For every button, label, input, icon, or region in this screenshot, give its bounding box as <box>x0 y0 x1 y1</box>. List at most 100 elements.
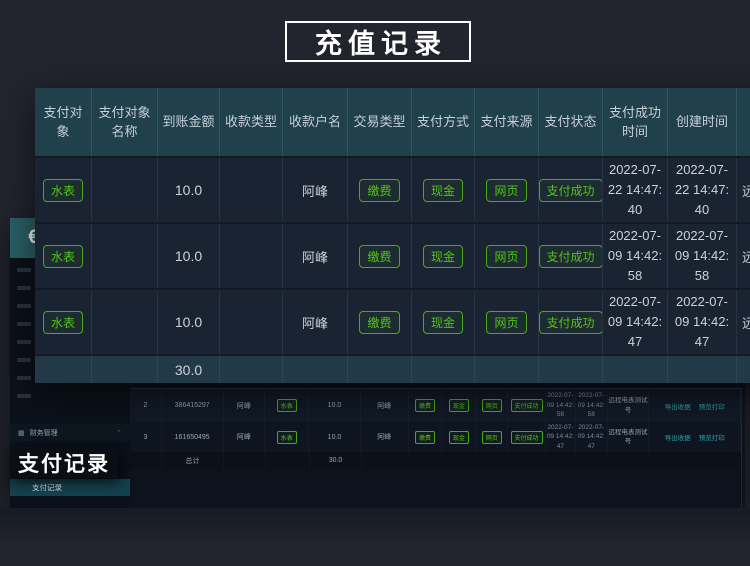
create-time: 2022-07- 09 14:42: 58 <box>668 224 737 288</box>
magnified-menu-label: 支付记录 <box>10 447 118 478</box>
folder-grid-icon: ▦ <box>18 429 25 437</box>
export-receipt-link[interactable]: 导出收据 <box>665 401 691 411</box>
export-receipt-link[interactable]: 导出收据 <box>665 432 691 442</box>
create-time: 2022-07- 22 14:47: 40 <box>668 158 737 222</box>
sidebar-section-label: 财务管理 <box>30 428 58 438</box>
sidebar-item-payment-records[interactable]: 支付记录 <box>10 479 130 496</box>
pay-method-tag: 现金 <box>423 179 463 202</box>
pay-object-tag: 水表 <box>277 399 297 412</box>
header-pay-method: 支付方式 <box>412 88 475 156</box>
chevron-up-icon: ⌃ <box>116 429 122 437</box>
success-time: 2022-07- 09 14:42: 58 <box>603 224 668 288</box>
print-preview-link[interactable]: 预览打印 <box>699 401 725 411</box>
table-total-row: 总计 30.0 <box>130 452 741 469</box>
payer-name: 阿峰 <box>224 422 266 452</box>
pay-status-tag: 支付成功 <box>539 179 603 202</box>
table-header-row: 支付对象 支付对象名称 到账金额 收款类型 收款户名 交易类型 支付方式 支付来… <box>35 88 750 156</box>
header-pay-status: 支付状态 <box>539 88 603 156</box>
remark: 远程电表测试号 <box>737 290 750 354</box>
page-title: 充值记录 <box>309 22 447 61</box>
payee-name: 阿峰 <box>361 389 409 422</box>
header-success-time: 支付成功时间 <box>603 88 668 156</box>
pay-object-tag: 水表 <box>43 179 83 202</box>
table-row: 水表 10.0 阿峰 缴费 现金 网页 支付成功 2022-07- 09 14:… <box>35 288 750 354</box>
payee-name: 阿峰 <box>283 290 348 354</box>
header-pay-source: 支付来源 <box>475 88 539 156</box>
table-row: 2 386415297 阿峰 水表 10.0 阿峰 缴费 现金 网页 支付成功 … <box>130 389 741 422</box>
amount: 10.0 <box>158 158 220 222</box>
receive-type <box>220 158 283 222</box>
table-row: 水表 10.0 阿峰 缴费 现金 网页 支付成功 2022-07- 09 14:… <box>35 222 750 288</box>
recharge-records-table: 支付对象 支付对象名称 到账金额 收款类型 收款户名 交易类型 支付方式 支付来… <box>35 88 750 383</box>
window-bottom-shadow <box>0 508 750 566</box>
pay-method-tag: 现金 <box>423 311 463 334</box>
pay-source-tag: 网页 <box>482 399 502 412</box>
success-time: 2022-07- 22 14:47: 40 <box>603 158 668 222</box>
remark: 远程电表测试号 <box>737 224 750 288</box>
remark: 远程电表测试号 <box>608 422 650 452</box>
payer-name: 阿峰 <box>224 389 266 422</box>
table-total-row: 30.0 <box>35 354 750 383</box>
trade-type-tag: 缴费 <box>359 179 399 202</box>
sidebar-item-label: 支付记录 <box>32 482 62 493</box>
total-amount: 30.0 <box>158 356 220 383</box>
pay-status-tag: 支付成功 <box>539 311 603 334</box>
trade-type-tag: 缴费 <box>359 245 399 268</box>
order-id: 161650495 <box>162 422 224 452</box>
amount: 10.0 <box>158 224 220 288</box>
pay-source-tag: 网页 <box>486 179 526 202</box>
pay-object-tag: 水表 <box>277 431 297 444</box>
row-index: 2 <box>130 389 162 422</box>
page-title-box: 充值记录 <box>285 21 471 62</box>
total-amount: 30.0 <box>310 452 362 469</box>
object-name <box>92 158 158 222</box>
object-name <box>92 224 158 288</box>
row-index: 3 <box>130 422 162 452</box>
receive-type <box>220 224 283 288</box>
pay-object-tag: 水表 <box>43 245 83 268</box>
create-time: 2022-07- 09 14:42: 58 <box>576 389 608 422</box>
trade-type-tag: 缴费 <box>415 431 435 444</box>
success-time: 2022-07- 09 14:42: 47 <box>546 422 576 452</box>
order-id: 386415297 <box>162 389 224 422</box>
pay-status-tag: 支付成功 <box>511 399 543 412</box>
amount: 10.0 <box>309 389 361 422</box>
header-amount: 到账金额 <box>158 88 220 156</box>
pay-status-tag: 支付成功 <box>511 431 543 444</box>
table-row: 3 161650495 阿峰 水表 10.0 阿峰 缴费 现金 网页 支付成功 … <box>130 422 741 452</box>
header-object-name: 支付对象名称 <box>92 88 158 156</box>
page: { "title": "充值记录", "colors": { "accent_g… <box>0 0 750 566</box>
pay-status-tag: 支付成功 <box>539 245 603 268</box>
success-time: 2022-07- 09 14:42: 58 <box>546 389 576 422</box>
pay-source-tag: 网页 <box>482 431 502 444</box>
trade-type-tag: 缴费 <box>359 311 399 334</box>
table-empty-row <box>130 469 741 504</box>
amount: 10.0 <box>309 422 361 452</box>
magnified-label-text: 支付记录 <box>18 448 110 478</box>
receive-type <box>220 290 283 354</box>
payee-name: 阿峰 <box>361 422 409 452</box>
header-receive-type: 收款类型 <box>220 88 283 156</box>
object-name <box>92 290 158 354</box>
pay-source-tag: 网页 <box>486 311 526 334</box>
header-create-time: 创建时间 <box>668 88 737 156</box>
pay-object-tag: 水表 <box>43 311 83 334</box>
amount: 10.0 <box>158 290 220 354</box>
header-remark <box>737 88 750 156</box>
sidebar-section-finance[interactable]: ▦ 财务管理 ⌃ <box>10 424 130 441</box>
remark: 远程电表测试号 <box>737 158 750 222</box>
total-label: 总计 <box>162 452 224 469</box>
payee-name: 阿峰 <box>283 158 348 222</box>
success-time: 2022-07- 09 14:42: 47 <box>603 290 668 354</box>
create-time: 2022-07- 09 14:42: 47 <box>668 290 737 354</box>
pay-method-tag: 现金 <box>449 399 469 412</box>
pay-source-tag: 网页 <box>486 245 526 268</box>
remark: 远程电表测试号 <box>608 389 650 422</box>
header-pay-object: 支付对象 <box>35 88 92 156</box>
print-preview-link[interactable]: 预览打印 <box>699 432 725 442</box>
header-payee: 收款户名 <box>283 88 348 156</box>
create-time: 2022-07- 09 14:42: 47 <box>576 422 608 452</box>
background-table: 2 386415297 阿峰 水表 10.0 阿峰 缴费 现金 网页 支付成功 … <box>130 388 742 508</box>
trade-type-tag: 缴费 <box>415 399 435 412</box>
pay-method-tag: 现金 <box>449 431 469 444</box>
